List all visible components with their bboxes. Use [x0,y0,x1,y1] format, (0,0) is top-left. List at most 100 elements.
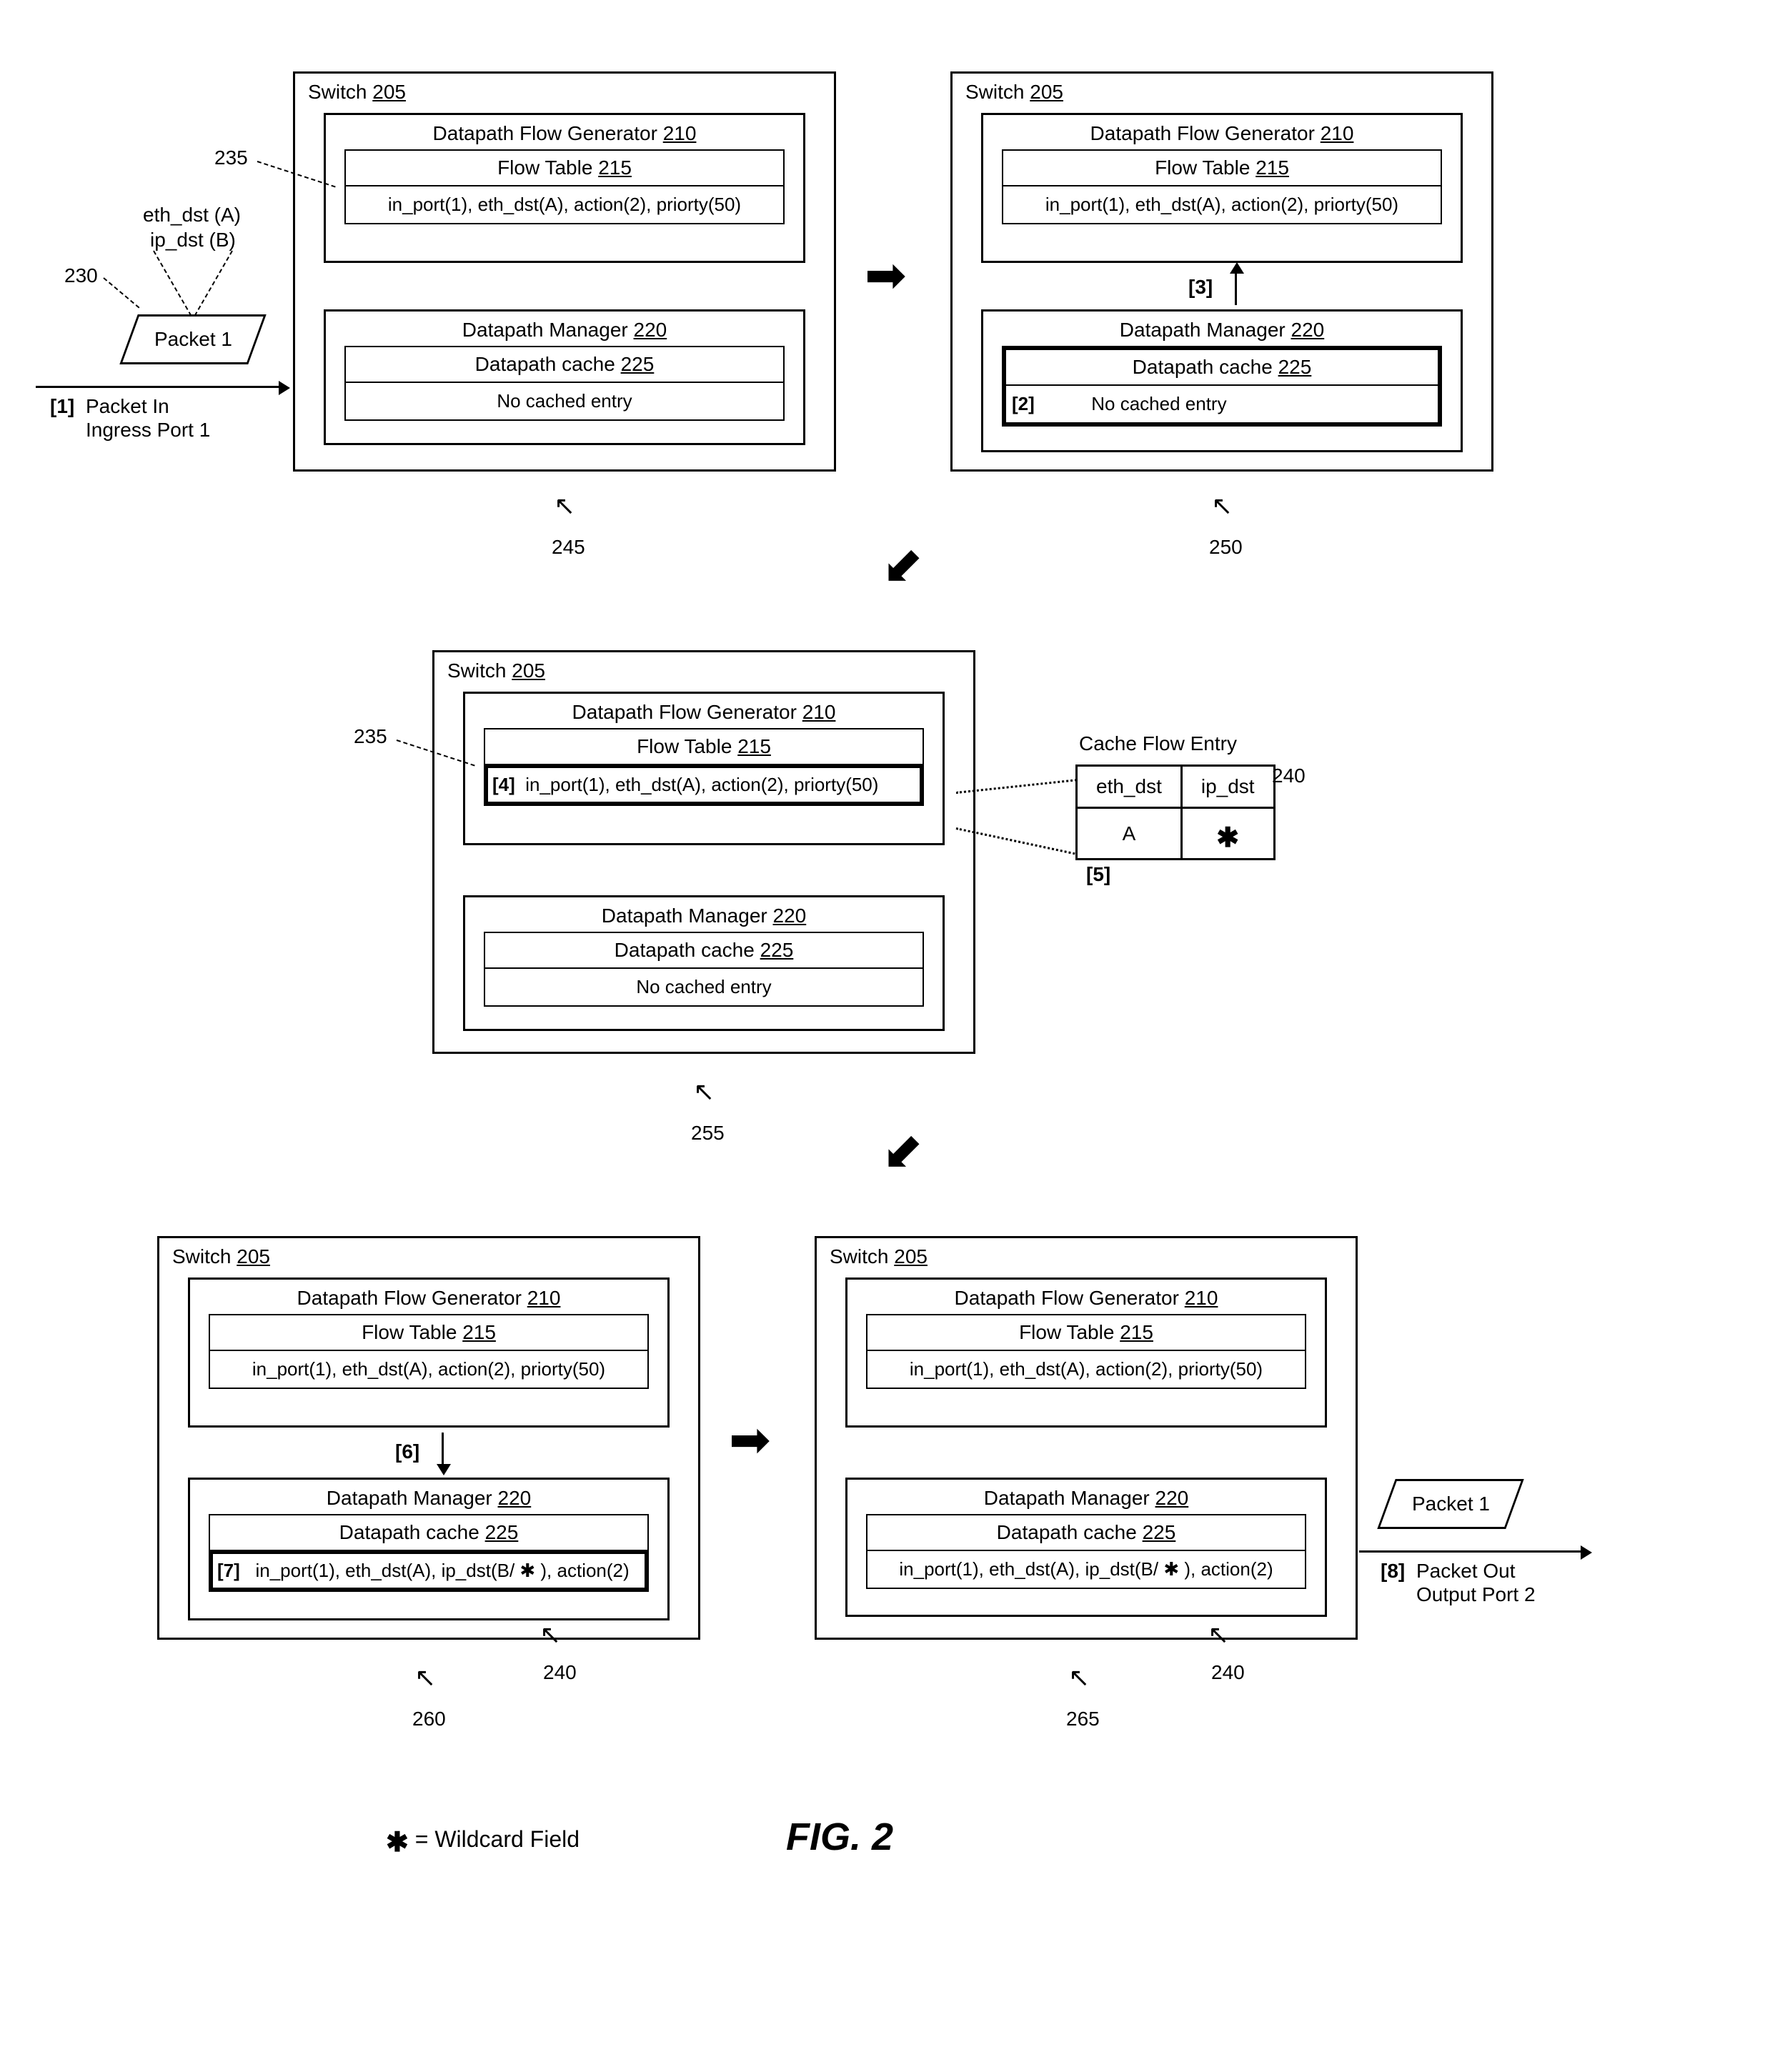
cft-h1: eth_dst [1077,766,1182,808]
dfg-module: Datapath Flow Generator 210 Flow Table 2… [981,113,1463,263]
cached-rule-step7: [7] in_port(1), eth_dst(A), ip_dst(B/ ✱ … [209,1550,649,1592]
flow-table: Flow Table 215 in_port(1), eth_dst(A), a… [344,149,785,224]
callout-240c: 240 [1211,1661,1245,1684]
dp-cache: Datapath cache 225 [7] in_port(1), eth_d… [209,1514,649,1592]
arrow-step3 [1235,272,1237,305]
switch-265: Switch 205 Datapath Flow Generator 210 F… [815,1236,1358,1640]
dpm-title: Datapath Manager 220 [465,897,943,932]
dfg-title: Datapath Flow Generator 210 [190,1280,667,1314]
flow-table: Flow Table 215 [4] in_port(1), eth_dst(A… [484,728,924,806]
switch-title: Switch 205 [965,81,1063,104]
dpm-title: Datapath Manager 220 [190,1480,667,1514]
callout-245: 245 [552,536,585,559]
dpm-title: Datapath Manager 220 [847,1480,1325,1514]
dpm-module: Datapath Manager 220 Datapath cache 225 … [188,1478,670,1620]
packet-in-arrow [36,386,279,388]
cache-status: No cached entry [346,383,783,419]
packet-in-l1: Packet In [86,395,169,418]
flow-rule-step4: [4] in_port(1), eth_dst(A), action(2), p… [484,764,924,806]
lead-230 [103,277,139,308]
dpm-module: Datapath Manager 220 Datapath cache 225 … [845,1478,1327,1617]
arrow-245-to-250: ➡ [865,250,907,300]
packet-lead-2 [194,251,233,317]
dp-cache: Datapath cache 225 No cached entry [484,932,924,1007]
cft-h2: ip_dst [1181,766,1274,808]
step-8: [8] [1381,1560,1405,1583]
ptr-245: ↖ [554,493,575,519]
callout-240a: 240 [1272,764,1306,787]
dpm-title: Datapath Manager 220 [326,312,803,346]
callout-230: 230 [64,264,98,287]
flow-rule: in_port(1), eth_dst(A), action(2), prior… [346,186,783,223]
packet-eth: eth_dst (A) [143,204,241,226]
cache-flow-table: eth_dst ip_dst A ✱ [1075,764,1276,860]
flow-rule: in_port(1), eth_dst(A), action(2), prior… [867,1351,1305,1388]
arrow-step6 [442,1433,444,1465]
dfg-title: Datapath Flow Generator 210 [465,694,943,728]
packet-in-box: Packet 1 [119,314,266,364]
switch-title: Switch 205 [172,1245,270,1268]
dp-cache: Datapath cache 225 No cached entry [344,346,785,421]
dpm-title: Datapath Manager 220 [983,312,1461,346]
packet-in-l2: Ingress Port 1 [86,419,210,442]
figure-title: FIG. 2 [786,1815,893,1859]
flow-rule: in_port(1), eth_dst(A), action(2), prior… [1003,186,1441,223]
flow-rule: in_port(1), eth_dst(A), action(2), prior… [210,1351,647,1388]
switch-title: Switch 205 [447,659,545,682]
callout-250: 250 [1209,536,1243,559]
cached-rule: in_port(1), eth_dst(A), ip_dst(B/ ✱ ), a… [867,1551,1305,1588]
ptr-255: ↖ [693,1079,715,1105]
dpm-module: Datapath Manager 220 Datapath cache 225 … [463,895,945,1031]
dfg-module: Datapath Flow Generator 210 Flow Table 2… [188,1277,670,1428]
cache-flow-entry-label: Cache Flow Entry [1079,732,1237,755]
switch-260: Switch 205 Datapath Flow Generator 210 F… [157,1236,700,1640]
callout-235b: 235 [354,725,387,748]
dp-cache-highlight: Datapath cache 225 [2] No cached entry [1002,346,1442,427]
arrow-250-to-255: ➡ [871,536,936,601]
switch-250: Switch 205 Datapath Flow Generator 210 F… [950,71,1493,472]
dfg-title: Datapath Flow Generator 210 [847,1280,1325,1314]
packet-out-l2: Output Port 2 [1416,1583,1536,1606]
packet-out-arrow [1359,1550,1581,1553]
step-6: [6] [395,1440,419,1463]
step-1: [1] [50,395,74,418]
callout-255: 255 [691,1122,725,1145]
packet-out-l1: Packet Out [1416,1560,1516,1583]
cache-status-step2: [2] No cached entry [1006,386,1438,422]
flow-table: Flow Table 215 in_port(1), eth_dst(A), a… [1002,149,1442,224]
packet-out-box: Packet 1 [1377,1479,1523,1529]
ptr-265: ↖ [1068,1665,1090,1690]
dfg-title: Datapath Flow Generator 210 [326,115,803,149]
switch-title: Switch 205 [830,1245,928,1268]
callout-260: 260 [412,1708,446,1730]
switch-title: Switch 205 [308,81,406,104]
ptr-250: ↖ [1211,493,1233,519]
callout-265: 265 [1066,1708,1100,1730]
flow-table: Flow Table 215 in_port(1), eth_dst(A), a… [866,1314,1306,1389]
callout-235a: 235 [214,146,248,169]
step-5: [5] [1086,863,1110,886]
ptr-240c: ↖ [1208,1622,1229,1648]
step-3: [3] [1188,276,1213,299]
switch-255: Switch 205 Datapath Flow Generator 210 F… [432,650,975,1054]
arrow-255-to-260: ➡ [871,1122,936,1187]
cft-v1: A [1077,808,1182,860]
ptr-240b: ↖ [540,1622,561,1648]
cache-status: No cached entry [485,969,923,1005]
callout-240b: 240 [543,1661,577,1684]
dpm-module: Datapath Manager 220 Datapath cache 225 … [324,309,805,445]
arrow-260-to-265: ➡ [729,1415,771,1465]
dp-cache: Datapath cache 225 in_port(1), eth_dst(A… [866,1514,1306,1589]
dfg-module: Datapath Flow Generator 210 Flow Table 2… [845,1277,1327,1428]
legend: ✱ = Wildcard Field [386,1822,580,1854]
dfg-module: Datapath Flow Generator 210 Flow Table 2… [324,113,805,263]
packet-ip: ip_dst (B) [150,229,236,251]
dpm-module: Datapath Manager 220 Datapath cache 225 … [981,309,1463,452]
cft-v2: ✱ [1181,808,1274,860]
packet-lead-1 [153,251,192,317]
dfg-module: Datapath Flow Generator 210 Flow Table 2… [463,692,945,845]
dfg-title: Datapath Flow Generator 210 [983,115,1461,149]
switch-245: Switch 205 Datapath Flow Generator 210 F… [293,71,836,472]
ptr-260: ↖ [414,1665,436,1690]
flow-table: Flow Table 215 in_port(1), eth_dst(A), a… [209,1314,649,1389]
